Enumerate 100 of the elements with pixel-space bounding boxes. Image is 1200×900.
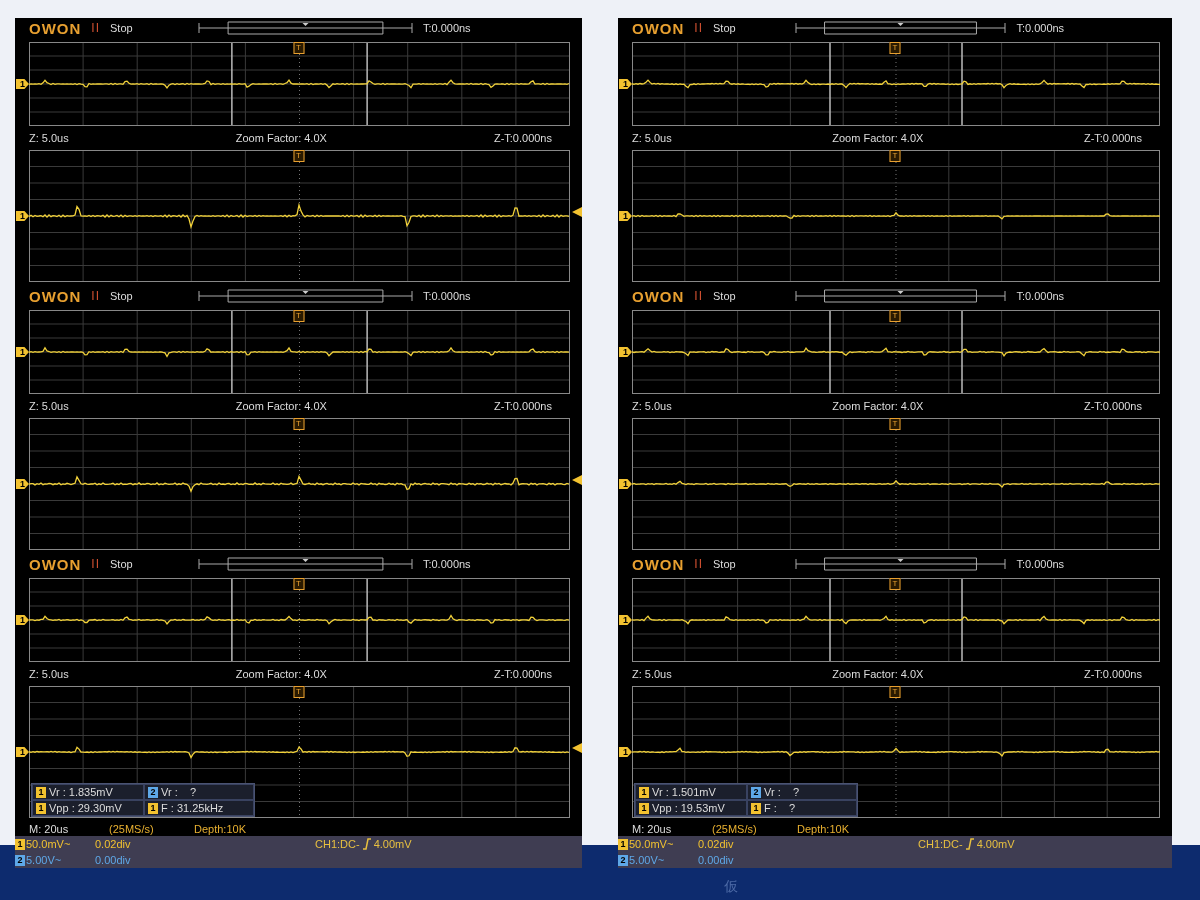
zoom-time: Z: 5.0us [29,400,69,412]
zoom-factor: Zoom Factor: 4.0X [832,132,924,144]
channel-badge: 1 [639,802,649,814]
measurement-value: Vpp : 19.53mV [652,802,725,814]
brand-logo: OWON [29,19,82,37]
run-state: Stop [110,290,133,302]
channel-marker: 1 [16,347,29,357]
trigger-marker: T [293,418,304,430]
measurement-value: Vr : ? [764,786,800,798]
zoom-factor: Zoom Factor: 4.0X [235,668,327,680]
zoom-time: Z: 5.0us [632,668,672,680]
zoom-factor: Zoom Factor: 4.0X [235,400,327,412]
channel-badge: 2 [618,854,628,866]
channel-badge: 2 [751,786,761,798]
channel-marker: 1 [619,79,632,89]
trigger-marker: T [889,418,901,430]
zoom-window-icon [197,557,413,571]
channel-marker: 1 [16,615,29,625]
brand-logo: OWON [29,555,82,573]
zoom-window-icon [795,21,1007,35]
channel-marker: 1 [16,747,29,757]
channel-marker: 1 [619,615,632,625]
channel-badge: 1 [639,786,649,798]
measurement-value: Vr : 1.835mV [49,786,113,798]
trigger-marker: T [293,310,304,322]
brand-logo: OWON [632,555,685,573]
channel-marker: 1 [16,211,29,221]
rising-edge-icon [964,838,975,850]
trigger-level: 4.00mV [976,838,1015,850]
zoom-trigger-time: Z-T:0.000ns [1083,668,1142,680]
zoom-trigger-time: Z-T:0.000ns [493,132,552,144]
trigger-marker: T [293,578,304,590]
brand-logo: OWON [632,287,685,305]
channel-badge: 1 [36,802,46,814]
zoom-trigger-time: Z-T:0.000ns [1083,132,1142,144]
channel-offset: 0.02div [95,838,132,850]
trigger-marker: T [889,150,901,162]
trigger-source: CH1:DC- [918,838,963,850]
measurement-value: Vr : 1.501mV [652,786,716,798]
channel-offset: 0.02div [698,838,735,850]
zoom-factor: Zoom Factor: 4.0X [832,400,924,412]
run-status-glyph: II [91,289,100,303]
run-status-glyph: II [694,21,703,35]
measurement-value: F : 31.25kHz [161,802,224,814]
zoom-trigger-time: Z-T:0.000ns [493,400,552,412]
channel-badge: 1 [36,786,46,798]
run-state: Stop [713,558,736,570]
zoom-trigger-time: Z-T:0.000ns [493,668,552,680]
memory-depth: Depth:10K [194,823,246,835]
channel-badge: 1 [618,838,628,850]
channel-marker: 1 [619,347,632,357]
zoom-trigger-time: Z-T:0.000ns [1083,400,1142,412]
trigger-source: CH1:DC- [315,838,360,850]
zoom-window-icon [795,557,1007,571]
run-status-glyph: II [91,21,100,35]
trigger-marker: T [889,42,901,54]
run-state: Stop [713,22,736,34]
channel-badge: 2 [15,854,25,866]
measurement-value: Vpp : 29.30mV [49,802,122,814]
trigger-marker: T [889,310,901,322]
zoom-window-icon [197,21,413,35]
memory-depth: Depth:10K [797,823,849,835]
rising-edge-icon [361,838,372,850]
run-state: Stop [713,290,736,302]
channel-scale: 50.0mV~ [629,838,674,850]
timebase: M: 20us [29,823,70,835]
channel-marker: 1 [16,479,29,489]
brand-logo: OWON [29,287,82,305]
run-status-glyph: II [91,557,100,571]
channel-marker: 1 [16,79,29,89]
zoom-factor: Zoom Factor: 4.0X [235,132,327,144]
channel-badge: 1 [751,802,761,814]
run-state: Stop [110,22,133,34]
trigger-marker: T [293,686,304,698]
run-status-glyph: II [694,557,703,571]
run-state: Stop [110,558,133,570]
trigger-time: T:0.000ns [422,558,472,570]
trigger-time: T:0.000ns [422,290,472,302]
sample-rate: (25MS/s) [712,823,758,835]
brand-logo: OWON [632,19,685,37]
channel-scale: 5.00V~ [26,854,62,866]
measurement-value: Vr : ? [161,786,197,798]
channel-scale: 50.0mV~ [26,838,71,850]
channel-offset: 0.00div [95,854,132,866]
channel-badge: 2 [148,786,158,798]
channel-marker: 1 [619,747,632,757]
trigger-time: T:0.000ns [1016,290,1066,302]
zoom-factor: Zoom Factor: 4.0X [832,668,924,680]
channel-marker: 1 [619,211,632,221]
trigger-marker: T [889,686,901,698]
channel-scale: 5.00V~ [629,854,665,866]
trigger-level: 4.00mV [373,838,412,850]
timebase: M: 20us [632,823,673,835]
zoom-window-icon [197,289,413,303]
trigger-marker: T [293,42,304,54]
measurement-value: F : ? [764,802,796,814]
zoom-time: Z: 5.0us [632,132,672,144]
zoom-time: Z: 5.0us [29,668,69,680]
channel-offset: 0.00div [698,854,735,866]
sample-rate: (25MS/s) [109,823,155,835]
